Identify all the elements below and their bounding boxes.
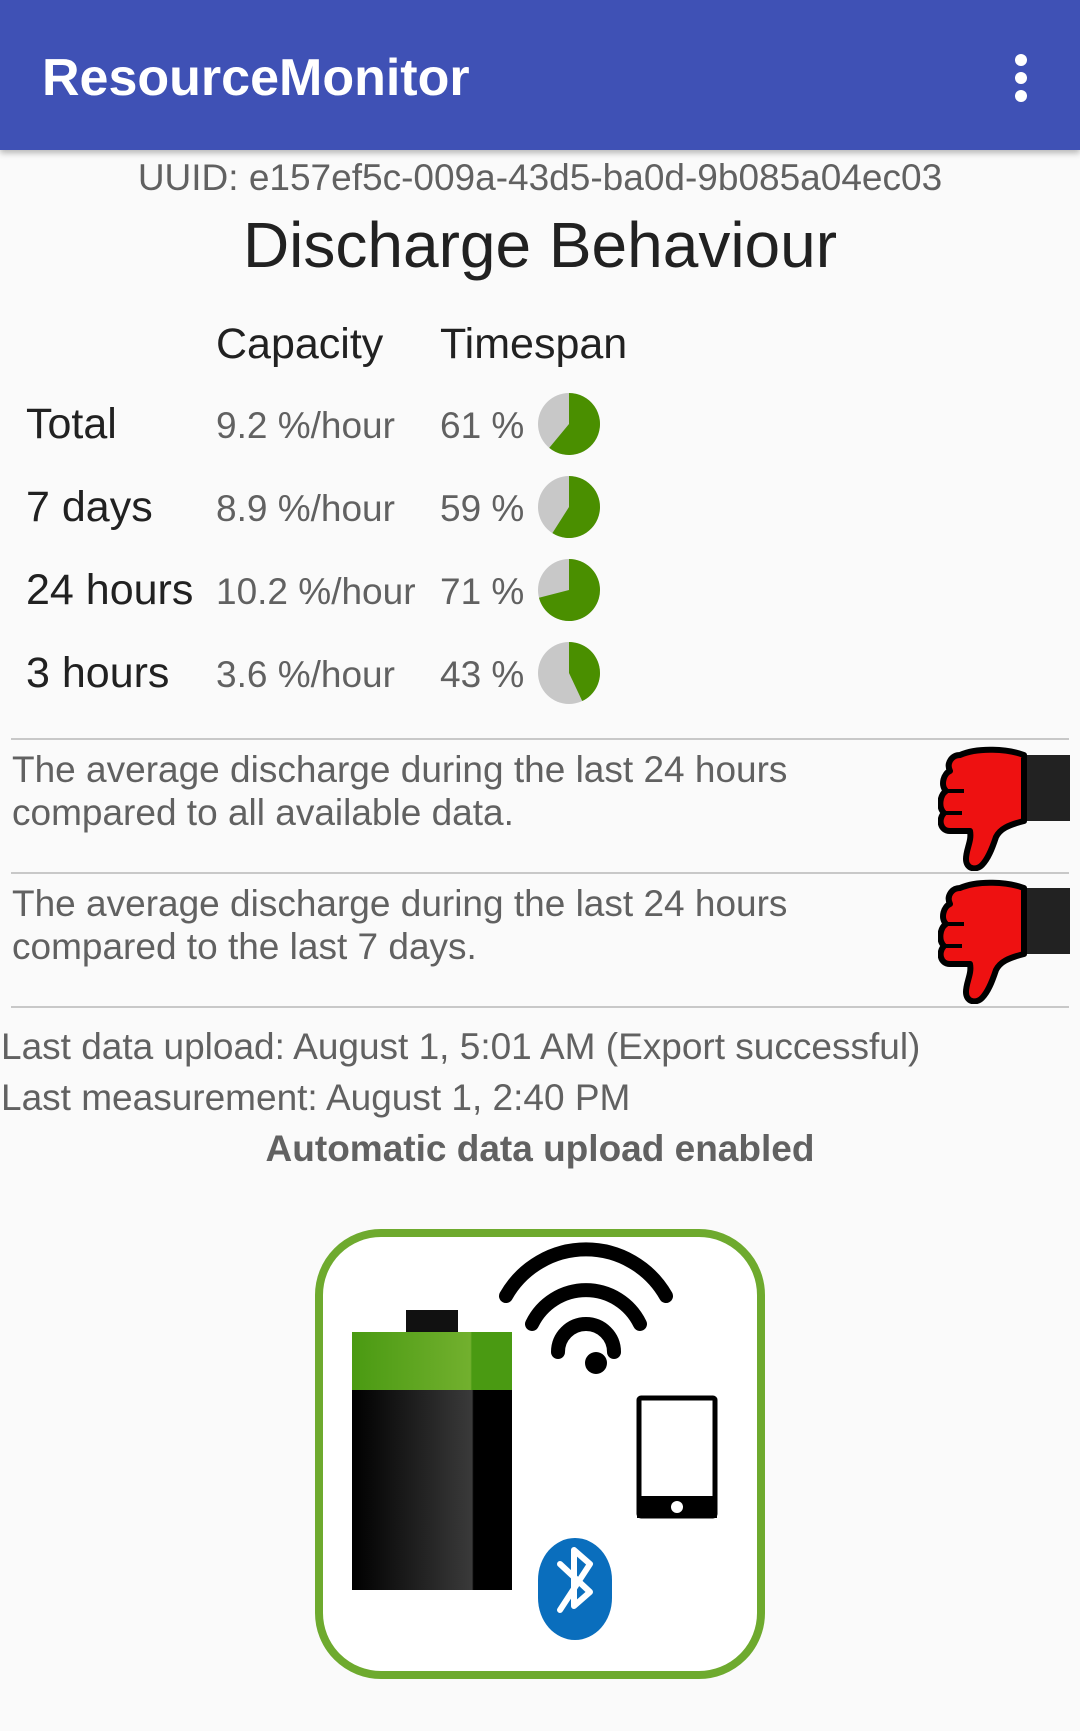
last-measurement-text: Last measurement: August 1, 2:40 PM	[1, 1077, 631, 1118]
table-row: 3 hours 3.6 %/hour 43 %	[0, 637, 1080, 717]
table-row: 24 hours 10.2 %/hour 71 %	[0, 554, 1080, 634]
thumbs-down-icon	[938, 746, 1070, 871]
timespan-pie-icon	[538, 642, 600, 704]
capacity-value: 3.6 %/hour	[216, 654, 395, 695]
comparison-line: The average discharge during the last 24…	[12, 749, 788, 790]
timespan-value: 71 %	[440, 571, 525, 612]
thumbs-down-icon	[938, 879, 1070, 1004]
last-upload-text: Last data upload: August 1, 5:01 AM (Exp…	[1, 1026, 921, 1067]
auto-upload-status: Automatic data upload enabled	[265, 1128, 815, 1169]
comparison-line: The average discharge during the last 24…	[12, 883, 788, 924]
timespan-value: 59 %	[440, 488, 525, 529]
divider	[11, 1006, 1069, 1008]
row-label: 3 hours	[26, 649, 170, 697]
page-title: Discharge Behaviour	[242, 209, 838, 281]
divider	[11, 738, 1069, 740]
capacity-value: 9.2 %/hour	[216, 405, 395, 446]
timespan-pie-icon	[538, 393, 600, 455]
divider	[11, 872, 1069, 874]
comparison-text: The average discharge during the last 24…	[12, 882, 912, 968]
column-header-timespan: Timespan	[440, 320, 628, 368]
app-logo	[315, 1229, 765, 1679]
uuid-text: UUID: e157ef5c-009a-43d5-ba0d-9b085a04ec…	[137, 157, 943, 198]
app-bar: ResourceMonitor	[0, 0, 1080, 150]
timespan-value: 61 %	[440, 405, 525, 446]
capacity-value: 10.2 %/hour	[216, 571, 416, 612]
comparison-text: The average discharge during the last 24…	[12, 748, 912, 834]
battery-icon	[352, 1310, 512, 1590]
column-header-capacity: Capacity	[216, 320, 384, 368]
row-label: 24 hours	[26, 566, 194, 614]
comparison-line: compared to the last 7 days.	[12, 926, 477, 967]
row-label: 7 days	[26, 483, 153, 531]
app-title: ResourceMonitor	[42, 49, 470, 107]
comparison-line: compared to all available data.	[12, 792, 514, 833]
timespan-pie-icon	[538, 559, 600, 621]
table-row: 7 days 8.9 %/hour 59 %	[0, 471, 1080, 551]
timespan-value: 43 %	[440, 654, 525, 695]
overflow-menu-icon[interactable]	[1000, 48, 1044, 108]
timespan-pie-icon	[538, 476, 600, 538]
capacity-value: 8.9 %/hour	[216, 488, 395, 529]
bluetooth-icon	[538, 1538, 612, 1640]
row-label: Total	[26, 400, 117, 448]
table-row: Total 9.2 %/hour 61 %	[0, 388, 1080, 468]
